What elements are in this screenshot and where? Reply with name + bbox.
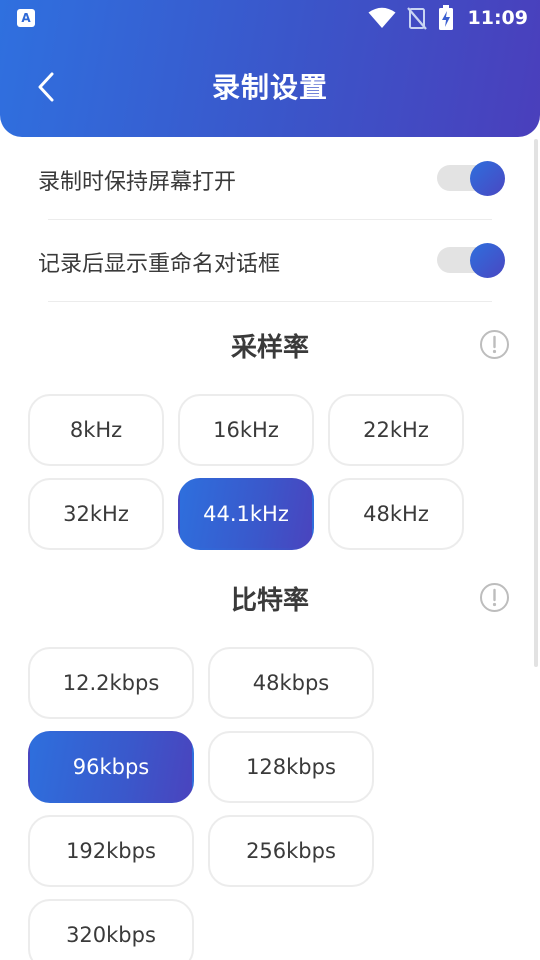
setting-row-keep-screen-on: 录制时保持屏幕打开 <box>0 137 540 219</box>
status-indicators: 11:09 <box>368 5 528 30</box>
bit-rate-option-320kbps[interactable]: 320kbps <box>28 899 194 960</box>
sample-rate-title: 采样率 <box>230 333 309 363</box>
no-signal-icon <box>406 7 427 30</box>
sample-rate-option-44-1khz[interactable]: 44.1kHz <box>178 478 314 550</box>
keep-screen-on-label: 录制时保持屏幕打开 <box>38 170 237 195</box>
sample-rate-option-16khz[interactable]: 16kHz <box>178 394 314 466</box>
status-time: 11:09 <box>467 7 528 29</box>
setting-row-rename-dialog: 记录后显示重命名对话框 <box>0 219 540 301</box>
toggle-thumb <box>470 243 505 278</box>
rename-dialog-label: 记录后显示重命名对话框 <box>38 252 281 277</box>
bit-rate-option-128kbps[interactable]: 128kbps <box>208 731 374 803</box>
bit-rate-option-12-2kbps[interactable]: 12.2kbps <box>28 647 194 719</box>
status-bar: A 11:09 <box>0 0 540 36</box>
sample-rate-option-22khz[interactable]: 22kHz <box>328 394 464 466</box>
page-title: 录制设置 <box>211 71 328 104</box>
settings-content[interactable]: 录制时保持屏幕打开 记录后显示重命名对话框 采样率 8kHz 16kHz 22k… <box>0 137 540 960</box>
sample-rate-option-48khz[interactable]: 48kHz <box>328 478 464 550</box>
bit-rate-option-192kbps[interactable]: 192kbps <box>28 815 194 887</box>
bit-rate-option-256kbps[interactable]: 256kbps <box>208 815 374 887</box>
sample-rate-info-icon[interactable] <box>479 329 510 360</box>
wifi-icon <box>368 7 396 28</box>
bit-rate-option-96kbps[interactable]: 96kbps <box>28 731 194 803</box>
keep-screen-on-toggle[interactable] <box>437 161 505 197</box>
battery-charging-icon <box>438 5 453 30</box>
sample-rate-option-8khz[interactable]: 8kHz <box>28 394 164 466</box>
app-notification-icon: A <box>17 9 35 27</box>
toggle-thumb <box>470 161 505 196</box>
bit-rate-title: 比特率 <box>230 586 309 616</box>
rename-dialog-toggle[interactable] <box>437 243 505 279</box>
divider <box>48 301 492 302</box>
sample-rate-option-32khz[interactable]: 32kHz <box>28 478 164 550</box>
bit-rate-option-48kbps[interactable]: 48kbps <box>208 647 374 719</box>
bit-rate-info-icon[interactable] <box>479 582 510 613</box>
app-header: A 11:09 录制设置 <box>0 0 540 137</box>
